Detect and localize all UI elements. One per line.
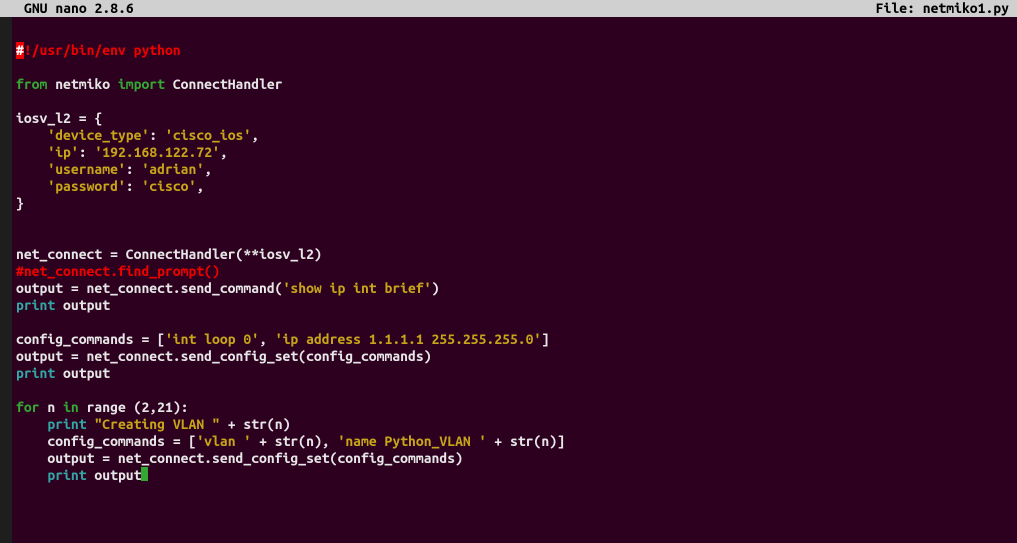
line-cfg-cmds: config_commands = [ bbox=[16, 331, 165, 347]
expr-plus-strn: + str(n) bbox=[220, 416, 291, 432]
kw-for: for bbox=[16, 399, 40, 415]
kw-print: print bbox=[16, 365, 55, 381]
window-left-strip bbox=[0, 17, 12, 543]
comma: , bbox=[196, 178, 204, 194]
val-ip: '192.168.122.72' bbox=[94, 144, 219, 160]
line-cfg-cmds2: config_commands = [ bbox=[47, 433, 196, 449]
comment-find-prompt: #net_connect.find_prompt() bbox=[16, 263, 220, 279]
line-output-sendcfg: output = net_connect.send_config_set(con… bbox=[16, 348, 432, 364]
val-password: 'cisco' bbox=[141, 178, 196, 194]
indent bbox=[16, 450, 47, 466]
shebang-line: !/usr/bin/env python bbox=[24, 42, 181, 58]
kw-print: print bbox=[47, 416, 86, 432]
kw-import: import bbox=[118, 76, 165, 92]
colon: : bbox=[149, 127, 165, 143]
text-cursor bbox=[141, 467, 148, 481]
scrollbar[interactable] bbox=[1013, 17, 1017, 543]
colon: : bbox=[126, 178, 142, 194]
line-output-sendcmd: output = net_connect.send_command( bbox=[16, 280, 283, 296]
val-username: 'adrian' bbox=[141, 161, 204, 177]
close-bracket: ] bbox=[541, 331, 549, 347]
expr-plus-strn-comma: + str(n), bbox=[251, 433, 337, 449]
mod-netmiko: netmiko bbox=[47, 76, 118, 92]
id-output: output bbox=[55, 297, 110, 313]
colon: : bbox=[126, 161, 142, 177]
nano-app-name: GNU nano 2.8.6 bbox=[24, 0, 876, 17]
comma: , bbox=[220, 144, 228, 160]
str-vlan: 'vlan ' bbox=[196, 433, 251, 449]
str-int-loop: 'int loop 0' bbox=[165, 331, 259, 347]
key-ip: 'ip' bbox=[47, 144, 78, 160]
colon: : bbox=[79, 144, 95, 160]
str-show-ip: 'show ip int brief' bbox=[283, 280, 432, 296]
comma: , bbox=[204, 161, 212, 177]
comma: , bbox=[259, 331, 275, 347]
kw-in: in bbox=[63, 399, 79, 415]
id-output: output bbox=[87, 467, 142, 483]
str-creating-vlan: "Creating VLAN " bbox=[94, 416, 219, 432]
close-brace: } bbox=[16, 195, 24, 211]
key-username: 'username' bbox=[47, 161, 125, 177]
nano-file-indicator: File: netmiko1.py bbox=[876, 0, 1017, 17]
line-net-connect: net_connect = ConnectHandler(**iosv_l2) bbox=[16, 246, 322, 262]
filename: netmiko1.py bbox=[923, 0, 1009, 16]
id-output: output bbox=[55, 365, 110, 381]
val-device-type: 'cisco_ios' bbox=[165, 127, 251, 143]
kw-print: print bbox=[47, 467, 86, 483]
close-paren: ) bbox=[432, 280, 440, 296]
key-password: 'password' bbox=[47, 178, 125, 194]
indent bbox=[16, 433, 47, 449]
var-iosv: iosv_l2 = { bbox=[16, 110, 102, 126]
comma: , bbox=[251, 127, 259, 143]
range-expr: range (2,21): bbox=[79, 399, 189, 415]
kw-from: from bbox=[16, 76, 47, 92]
shebang-hash: # bbox=[16, 42, 24, 59]
indent bbox=[16, 467, 47, 483]
expr-plus-strn-close: + str(n)] bbox=[486, 433, 564, 449]
line-output-sendcfg2: output = net_connect.send_config_set(con… bbox=[47, 450, 463, 466]
kw-print: print bbox=[16, 297, 55, 313]
for-n: n bbox=[40, 399, 64, 415]
nano-titlebar: GNU nano 2.8.6 File: netmiko1.py bbox=[0, 0, 1017, 17]
file-label: File: bbox=[876, 0, 923, 16]
str-name-python-vlan: 'name Python_VLAN ' bbox=[337, 433, 486, 449]
key-device-type: 'device_type' bbox=[47, 127, 149, 143]
editor-area[interactable]: #!/usr/bin/env python from netmiko impor… bbox=[12, 17, 1013, 543]
name-connecthandler: ConnectHandler bbox=[165, 76, 283, 92]
str-ip-addr: 'ip address 1.1.1.1 255.255.255.0' bbox=[275, 331, 542, 347]
indent bbox=[16, 416, 47, 432]
